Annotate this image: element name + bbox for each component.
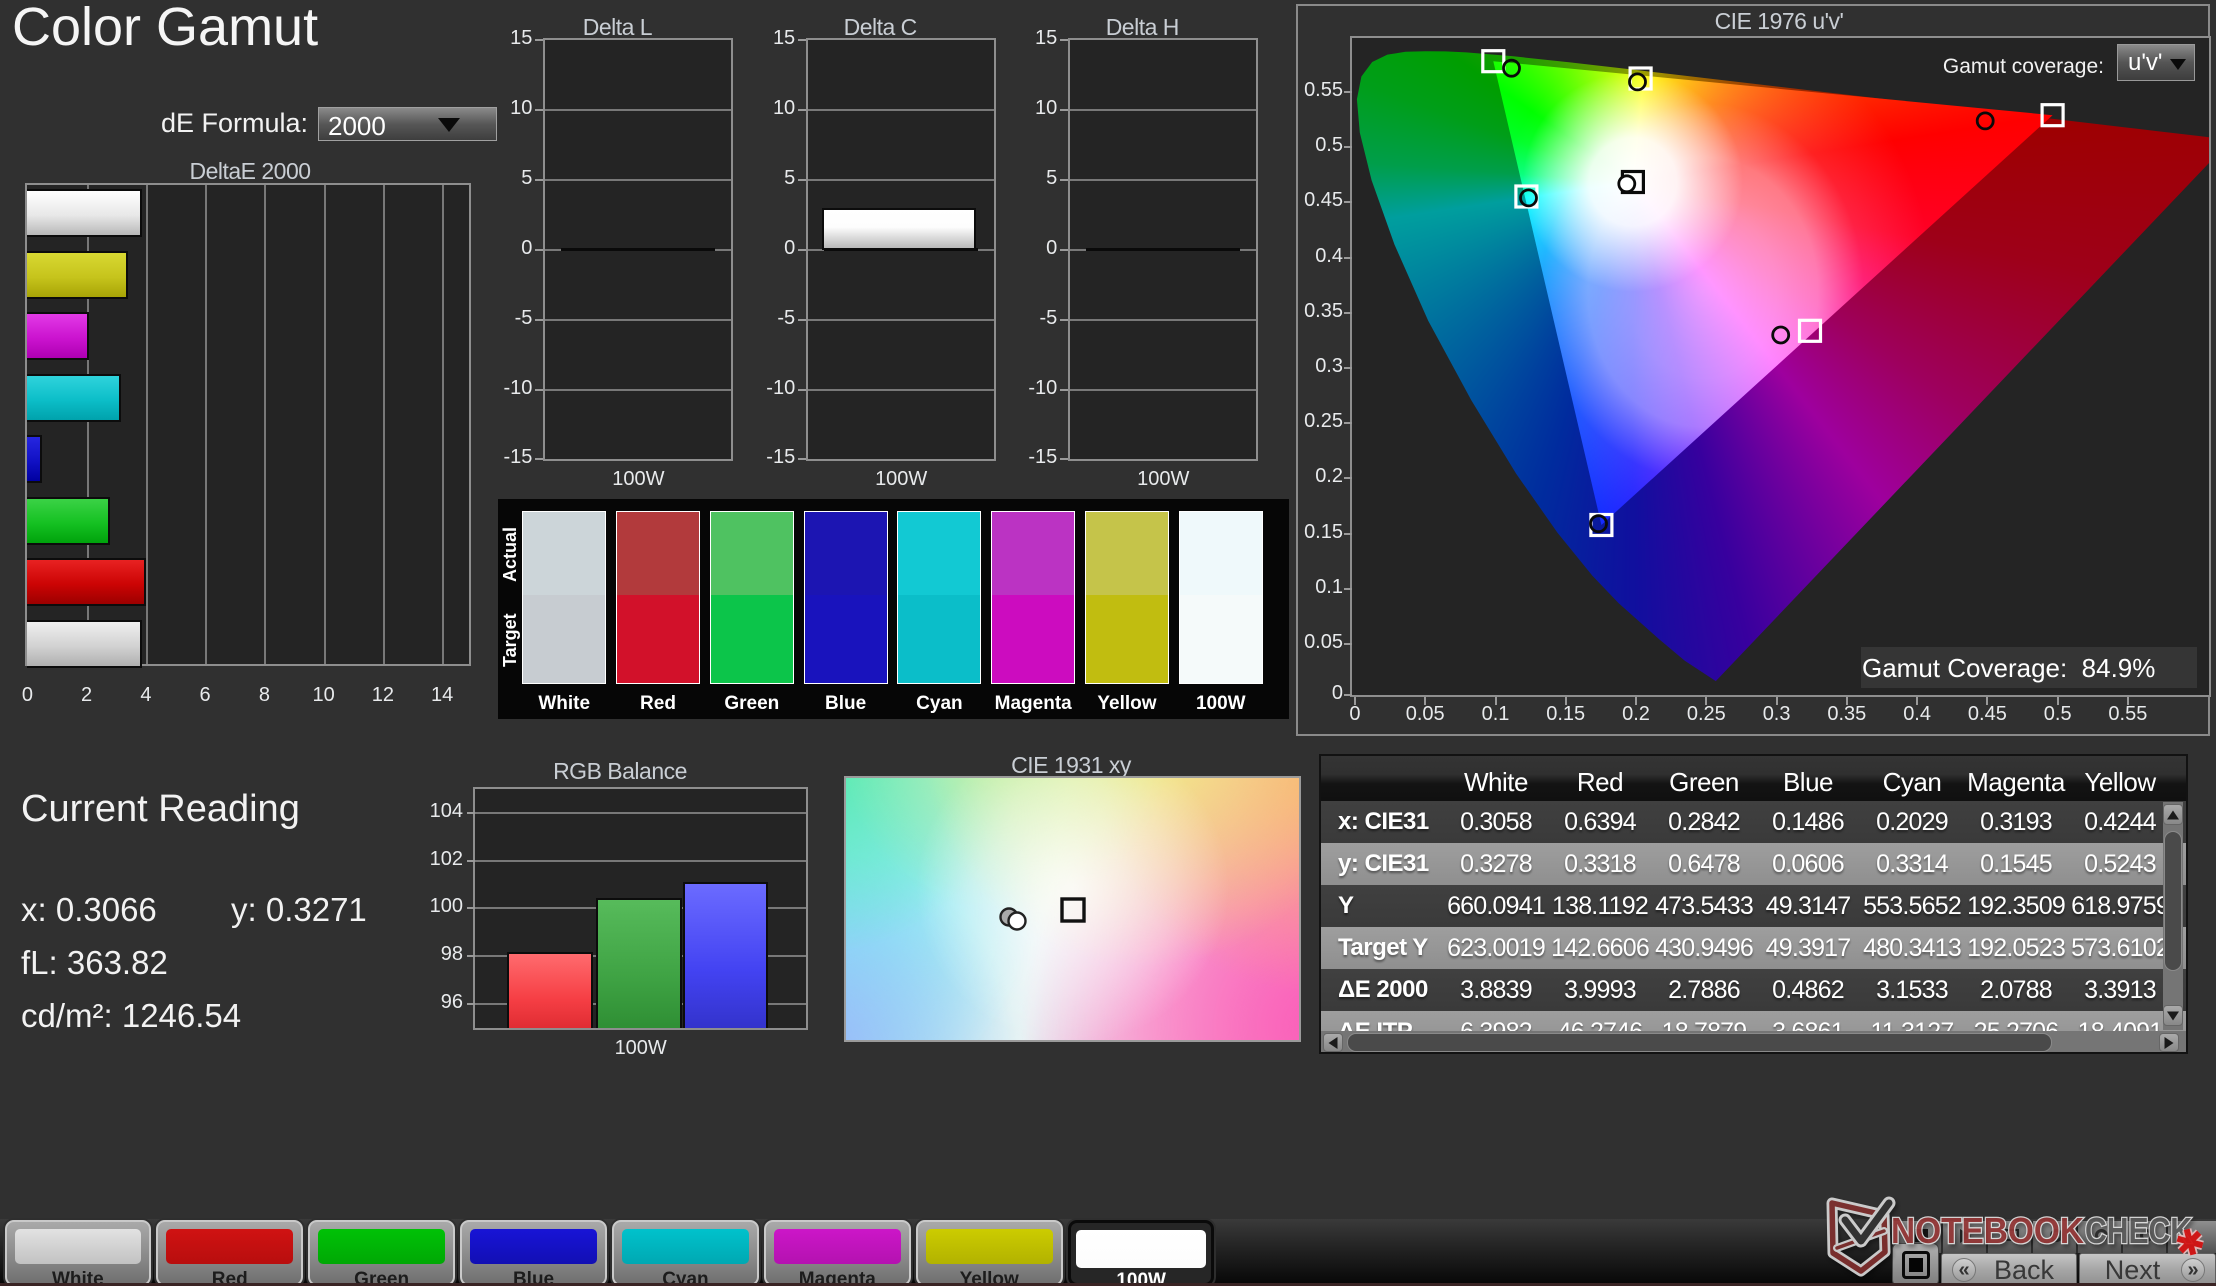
svg-text:NOTEBOOK: NOTEBOOK (1891, 1210, 2084, 1251)
